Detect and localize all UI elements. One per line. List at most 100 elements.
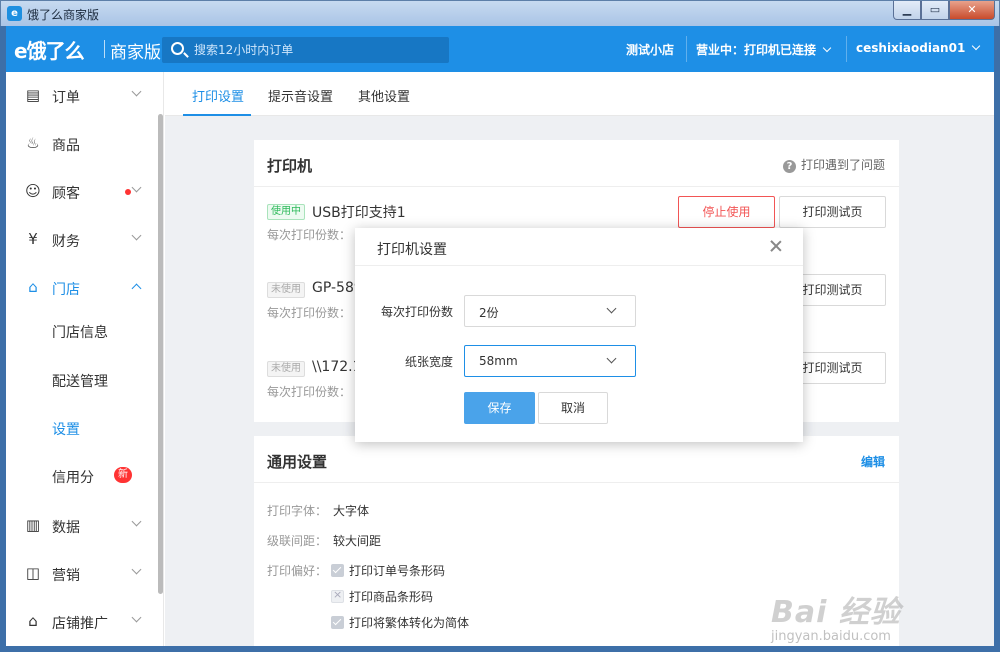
order-search[interactable] xyxy=(162,37,449,63)
sidebar-subitem-delivery[interactable]: 配送管理 xyxy=(52,371,108,391)
sidebar-item-label: 顾客 xyxy=(52,186,80,202)
username: ceshixiaodian01 xyxy=(856,41,966,55)
sidebar-item-orders[interactable]: ▤ 订单 xyxy=(6,72,156,120)
general-settings-card: 通用设置 编辑 打印字体： 大字体 级联间距： 较大间距 打印偏好： 打印订单号条形… xyxy=(254,436,899,646)
sidebar-item-customers[interactable]: ☺ 顾客 xyxy=(6,168,156,216)
chevron-down-icon xyxy=(131,564,142,575)
store-status-menu[interactable]: 营业中：打印机已连接 xyxy=(696,41,832,58)
stop-printer-button[interactable]: 停止使用 xyxy=(678,196,775,228)
logo-divider xyxy=(104,40,105,58)
sidebar-item-label: 财务 xyxy=(52,234,80,250)
copies-label: 每次打印份数 xyxy=(380,305,453,319)
logo-subtitle: 商家版 xyxy=(110,43,161,63)
setting-label: 打印字体： xyxy=(267,504,328,518)
tab-other-settings[interactable]: 其他设置 xyxy=(358,86,410,105)
spacing-setting: 级联间距： 较大间距 xyxy=(267,532,381,549)
general-card-title: 通用设置 xyxy=(267,453,328,471)
status-badge: 使用中 xyxy=(267,204,305,220)
new-badge: 新 xyxy=(114,467,132,483)
sidebar-item-goods[interactable]: ♨ 商品 xyxy=(6,120,156,168)
setting-value: 较大间距 xyxy=(333,534,382,548)
printer-copies-label: 每次打印份数： xyxy=(267,228,352,242)
sidebar-item-label: 数据 xyxy=(52,520,80,536)
help-text: 打印遇到了问题 xyxy=(800,158,885,172)
edit-link[interactable]: 编辑 xyxy=(861,453,885,470)
chevron-down-icon xyxy=(131,612,142,623)
setting-label: 打印偏好： xyxy=(267,564,328,578)
notification-dot xyxy=(125,189,131,195)
sidebar-item-marketing[interactable]: ◫ 营销 xyxy=(6,550,156,598)
chevron-down-icon xyxy=(131,516,142,527)
tab-print-settings[interactable]: 打印设置 xyxy=(192,86,244,105)
pref-order-barcode[interactable]: 打印订单号条形码 xyxy=(331,562,445,579)
save-button[interactable]: 保存 xyxy=(464,392,535,424)
sidebar-item-label: 商品 xyxy=(52,138,80,154)
sidebar-subitem-store-info[interactable]: 门店信息 xyxy=(52,322,108,342)
status-badge: 未使用 xyxy=(267,282,305,298)
printer-name: USB打印支持1 xyxy=(312,205,406,221)
sidebar-subitem-credit[interactable]: 信用分 新 xyxy=(6,453,156,501)
sidebar-item-data[interactable]: ▥ 数据 xyxy=(6,502,156,550)
pref-goods-barcode[interactable]: 打印商品条形码 xyxy=(331,588,433,605)
data-icon: ▥ xyxy=(25,516,41,534)
sidebar-item-label: 信用分 xyxy=(52,470,94,486)
divider xyxy=(846,36,847,62)
printer-settings-dialog: 打印机设置 每次打印份数 2份 纸张宽度 58mm 保存 取消 xyxy=(355,228,803,442)
dialog-header: 打印机设置 xyxy=(355,228,803,266)
printer-card-header: 打印机 ? 打印遇到了问题 xyxy=(254,140,899,187)
pref-traditional-to-simplified[interactable]: 打印将繁体转化为简体 xyxy=(331,614,469,631)
pref-setting-label: 打印偏好： xyxy=(267,562,327,579)
close-icon[interactable] xyxy=(769,239,783,253)
sidebar-subitem-settings[interactable]: 设置 xyxy=(52,419,80,439)
copies-select[interactable]: 2份 xyxy=(464,295,636,327)
window-controls: ▁ ▭ ✕ xyxy=(893,1,995,21)
search-input[interactable] xyxy=(194,41,444,59)
top-navbar: e饿了么 商家版 测试小店 营业中：打印机已连接 ceshixiaodian01 xyxy=(6,26,994,72)
sidebar-item-finance[interactable]: ¥ 财务 xyxy=(6,216,156,264)
printer-copies-label: 每次打印份数： xyxy=(267,385,352,399)
paper-width-select[interactable]: 58mm xyxy=(464,345,636,377)
customer-icon: ☺ xyxy=(25,182,41,200)
printer-card-title: 打印机 xyxy=(267,157,313,175)
window-titlebar: e 饿了么商家版 ▁ ▭ ✕ xyxy=(0,0,1000,26)
sidebar-item-label: 门店 xyxy=(52,282,80,298)
setting-label: 级联间距： xyxy=(267,534,328,548)
sidebar-item-store[interactable]: ⌂ 门店 xyxy=(6,264,156,312)
checkbox-icon xyxy=(331,616,344,629)
checkbox-icon xyxy=(331,564,344,577)
close-window-button[interactable]: ✕ xyxy=(949,1,995,20)
select-value: 58mm xyxy=(479,354,518,368)
dialog-title: 打印机设置 xyxy=(377,242,447,258)
printer-copies-label: 每次打印份数： xyxy=(267,306,352,320)
maximize-button[interactable]: ▭ xyxy=(921,1,949,20)
pref-label: 打印商品条形码 xyxy=(349,590,434,604)
chevron-up-icon xyxy=(131,283,142,294)
printer-help-link[interactable]: ? 打印遇到了问题 xyxy=(782,156,885,173)
sidebar: ▤ 订单 ♨ 商品 ☺ 顾客 ¥ 财务 ⌂ 门店 门店信息 配送管理 设置 信用… xyxy=(6,72,164,646)
help-icon: ? xyxy=(782,160,796,173)
settings-tabs: 打印设置 提示音设置 其他设置 xyxy=(165,72,994,116)
marketing-icon: ◫ xyxy=(25,564,41,582)
minimize-button[interactable]: ▁ xyxy=(893,1,921,20)
chevron-down-icon xyxy=(606,303,617,314)
sidebar-item-label: 店铺推广 xyxy=(52,616,108,632)
tab-sound-settings[interactable]: 提示音设置 xyxy=(268,86,333,105)
shop-name[interactable]: 测试小店 xyxy=(626,41,674,58)
user-menu[interactable]: ceshixiaodian01 xyxy=(856,41,981,55)
print-test-page-button[interactable]: 打印测试页 xyxy=(779,196,886,228)
paper-width-label: 纸张宽度 xyxy=(404,355,453,369)
sidebar-item-promotion[interactable]: ⌂ 店铺推广 xyxy=(6,598,156,646)
sidebar-scrollbar[interactable] xyxy=(158,114,163,594)
chevron-down-icon xyxy=(131,86,142,97)
sidebar-item-label: 订单 xyxy=(52,90,80,106)
active-tab-indicator xyxy=(183,114,251,116)
select-value: 2份 xyxy=(479,306,499,320)
window-title: 饿了么商家版 xyxy=(27,8,100,22)
general-card-header: 通用设置 编辑 xyxy=(254,436,899,483)
cancel-button[interactable]: 取消 xyxy=(538,392,608,424)
chevron-down-icon xyxy=(131,230,142,241)
store-icon: ⌂ xyxy=(28,278,38,296)
promotion-icon: ⌂ xyxy=(28,612,38,630)
chevron-down-icon xyxy=(131,182,142,193)
font-setting: 打印字体： 大字体 xyxy=(267,502,369,519)
